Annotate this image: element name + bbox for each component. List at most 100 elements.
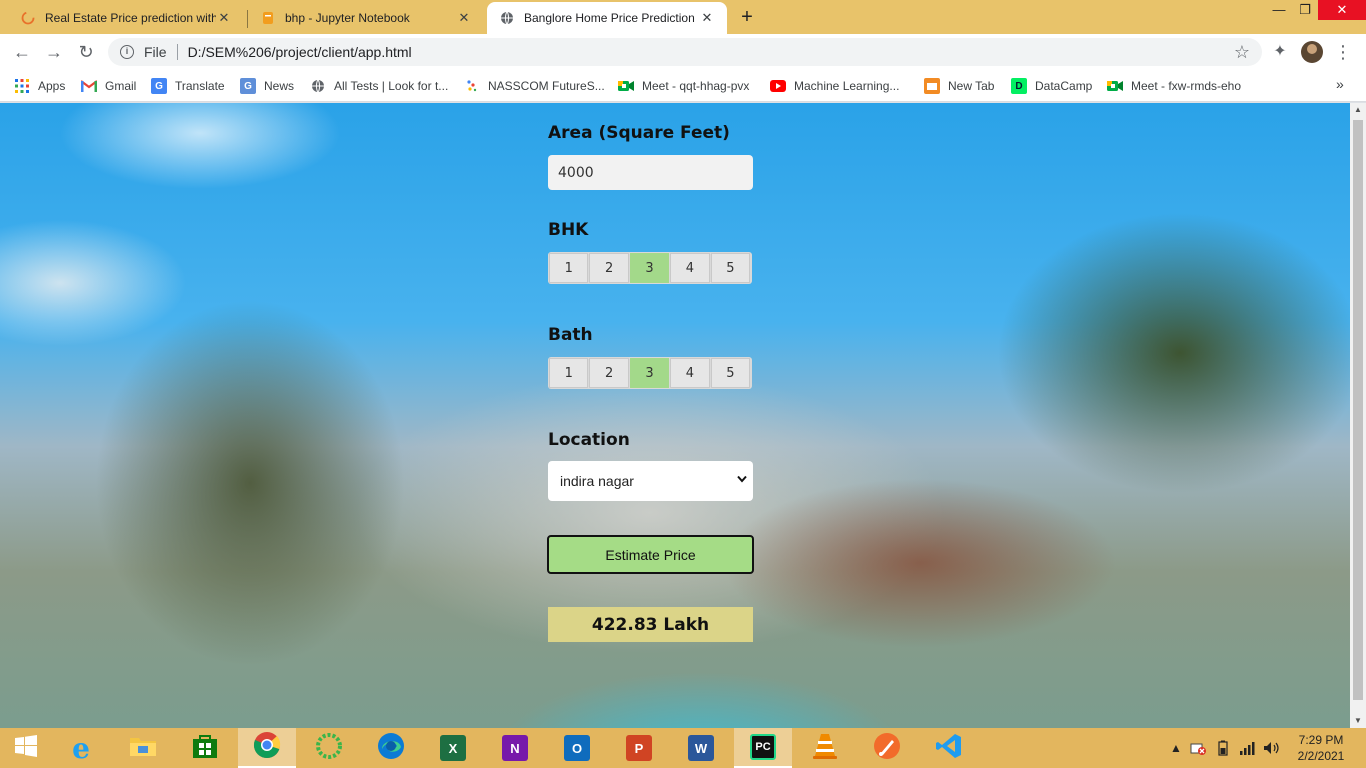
paint-brush-icon — [873, 732, 901, 765]
back-button[interactable]: ← — [10, 40, 34, 64]
bath-option-1[interactable]: 1 — [549, 358, 589, 388]
bookmark-label: Meet - qqt-hhag-pvx — [642, 79, 750, 93]
bhk-selector: 12345 — [548, 252, 752, 284]
bath-option-5[interactable]: 5 — [710, 358, 751, 388]
bookmark-new-tab[interactable]: New Tab — [924, 76, 994, 96]
bookmark-label: Machine Learning... — [794, 79, 900, 93]
estimate-price-button[interactable]: Estimate Price — [547, 535, 754, 574]
taskbar-powerpoint[interactable]: P — [610, 728, 668, 768]
taskbar-edge[interactable] — [362, 728, 420, 768]
clock-time: 7:29 PM — [1298, 733, 1344, 747]
scroll-down-arrow[interactable]: ▼ — [1350, 714, 1366, 728]
bhk-option-5[interactable]: 5 — [710, 253, 751, 283]
bhk-option-2[interactable]: 2 — [589, 253, 629, 283]
bath-option-4[interactable]: 4 — [670, 358, 710, 388]
gmail-icon — [81, 78, 97, 94]
taskbar-green-app[interactable] — [300, 728, 358, 768]
taskbar-ie[interactable]: e — [52, 728, 110, 768]
tab-close-icon[interactable]: ✕ — [699, 10, 715, 26]
bath-option-3[interactable]: 3 — [629, 358, 670, 388]
bookmark-datacamp[interactable]: D DataCamp — [1011, 76, 1092, 96]
address-bar[interactable]: i File D:/SEM%206/project/client/app.htm… — [108, 38, 1262, 66]
bath-option-2[interactable]: 2 — [589, 358, 629, 388]
bookmark-meet-fxw[interactable]: Meet - fxw-rmds-eho — [1107, 76, 1241, 96]
taskbar-chrome[interactable] — [238, 728, 296, 768]
bhk-option-3[interactable]: 3 — [629, 253, 670, 283]
browser-tab-strip: Real Estate Price prediction with ✕ bhp … — [0, 0, 1366, 34]
powerpoint-icon: P — [626, 735, 652, 761]
profile-avatar[interactable] — [1301, 41, 1323, 63]
tab-title: Real Estate Price prediction with — [45, 11, 216, 25]
taskbar-onenote[interactable]: N — [486, 728, 544, 768]
battery-icon[interactable] — [1215, 728, 1231, 768]
youtube-icon — [770, 78, 786, 94]
bookmark-label: All Tests | Look for t... — [334, 79, 449, 93]
taskbar-word[interactable]: W — [672, 728, 730, 768]
maximize-button[interactable]: ❐ — [1288, 0, 1322, 20]
nasscom-icon — [464, 78, 480, 94]
taskbar-clock[interactable]: 7:29 PM 2/2/2021 — [1292, 732, 1350, 764]
tab-title: Banglore Home Price Prediction — [524, 11, 695, 25]
meet-icon — [1107, 78, 1123, 94]
green-ring-icon — [315, 732, 343, 765]
scroll-up-arrow[interactable]: ▲ — [1350, 103, 1366, 117]
bath-label: Bath — [548, 325, 593, 345]
bhk-label: BHK — [548, 220, 589, 240]
taskbar-vscode[interactable] — [920, 728, 978, 768]
volume-icon[interactable] — [1263, 728, 1281, 768]
taskbar-pycharm[interactable]: PC — [734, 728, 792, 768]
new-tab-button[interactable]: + — [736, 6, 758, 28]
taskbar-vlc[interactable] — [796, 728, 854, 768]
bookmark-label: News — [264, 79, 295, 93]
close-window-button[interactable]: ✕ — [1318, 0, 1366, 20]
bookmark-news[interactable]: G News — [240, 76, 294, 96]
tab-close-icon[interactable]: ✕ — [216, 10, 232, 26]
bookmark-translate[interactable]: G Translate — [151, 76, 225, 96]
tray-overflow-icon[interactable]: ▲ — [1170, 728, 1182, 768]
bookmark-gmail[interactable]: Gmail — [81, 76, 136, 96]
location-select[interactable]: indira nagar — [548, 461, 753, 501]
taskbar-paint[interactable] — [858, 728, 916, 768]
url-text[interactable]: D:/SEM%206/project/client/app.html — [188, 44, 412, 60]
bath-selector: 12345 — [548, 357, 752, 389]
scrollbar-thumb[interactable] — [1353, 120, 1363, 700]
taskbar-store[interactable] — [176, 728, 234, 768]
file-explorer-icon — [129, 734, 157, 763]
taskbar-excel[interactable]: X — [424, 728, 482, 768]
area-label: Area (Square Feet) — [548, 123, 730, 143]
tab-jupyter[interactable]: bhp - Jupyter Notebook ✕ — [248, 2, 484, 34]
bookmark-machine-learning[interactable]: Machine Learning... — [770, 76, 899, 96]
security-warning-icon[interactable] — [1190, 728, 1206, 768]
bookmark-all-tests[interactable]: All Tests | Look for t... — [310, 76, 448, 96]
bookmark-meet-qqt[interactable]: Meet - qqt-hhag-pvx — [618, 76, 749, 96]
bhk-option-1[interactable]: 1 — [549, 253, 589, 283]
extensions-icon[interactable]: ✦ — [1270, 42, 1290, 62]
news-icon: G — [240, 78, 256, 94]
site-info-icon[interactable]: i — [120, 45, 134, 59]
page-scrollbar[interactable]: ▲ ▼ — [1350, 103, 1366, 728]
bhk-option-4[interactable]: 4 — [670, 253, 710, 283]
more-bookmarks-icon[interactable]: » — [1336, 76, 1344, 92]
location-selected-value: indira nagar — [560, 473, 634, 489]
bookmark-apps[interactable]: Apps — [14, 76, 65, 96]
tab-banglore-home[interactable]: Banglore Home Price Prediction ✕ — [487, 2, 727, 34]
start-icon — [14, 734, 38, 763]
bookmark-label: Meet - fxw-rmds-eho — [1131, 79, 1242, 93]
forward-button[interactable]: → — [42, 40, 66, 64]
tab-title: bhp - Jupyter Notebook — [285, 11, 410, 25]
network-signal-icon[interactable] — [1239, 728, 1257, 768]
tab-close-icon[interactable]: ✕ — [456, 10, 472, 26]
bookmark-star-icon[interactable]: ☆ — [1234, 42, 1250, 62]
taskbar-file-explorer[interactable] — [114, 728, 172, 768]
start-button[interactable] — [0, 728, 52, 768]
reload-button[interactable]: ↻ — [74, 40, 98, 64]
browser-menu-icon[interactable]: ⋮ — [1334, 40, 1352, 64]
newtab-icon — [924, 78, 940, 94]
bookmark-label: Apps — [38, 79, 66, 93]
bookmark-nasscom[interactable]: NASSCOM FutureS... — [464, 76, 605, 96]
tab-real-estate[interactable]: Real Estate Price prediction with ✕ — [8, 2, 244, 34]
datacamp-icon: D — [1011, 78, 1027, 94]
onenote-icon: N — [502, 735, 528, 761]
area-input[interactable]: 4000 — [548, 155, 753, 190]
taskbar-outlook[interactable]: O — [548, 728, 606, 768]
